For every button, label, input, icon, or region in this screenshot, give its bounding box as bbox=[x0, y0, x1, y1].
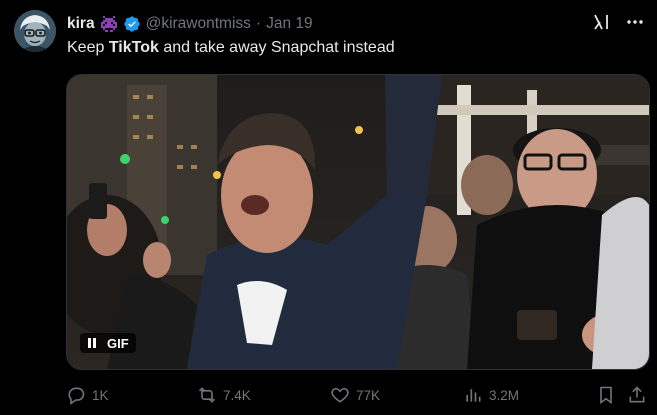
retweet-button[interactable]: 7.4K bbox=[197, 382, 251, 408]
verified-badge-icon bbox=[123, 15, 141, 33]
author-name[interactable]: kira bbox=[67, 15, 95, 33]
share-icon bbox=[629, 386, 645, 403]
tweet-text-after: and take away Snapchat instead bbox=[158, 39, 395, 56]
heart-icon bbox=[331, 387, 349, 403]
separator-dot: · bbox=[255, 15, 262, 32]
gif-frame-image bbox=[67, 75, 649, 369]
reply-button[interactable]: 1K bbox=[66, 382, 109, 408]
post-date[interactable]: Jan 19 bbox=[266, 15, 313, 33]
tweet-text-bold: TikTok bbox=[108, 39, 159, 56]
view-count: 3.2M bbox=[489, 387, 520, 403]
tweet-header: kira @kirawontmiss · Jan 19 bbox=[67, 13, 313, 35]
share-button[interactable] bbox=[627, 382, 647, 408]
bookmark-icon bbox=[600, 386, 612, 405]
pause-icon[interactable] bbox=[87, 337, 97, 349]
reply-count: 1K bbox=[92, 387, 109, 403]
grok-icon[interactable] bbox=[591, 12, 611, 32]
gif-badge[interactable]: GIF bbox=[80, 333, 136, 353]
more-options-icon[interactable] bbox=[625, 12, 645, 32]
retweet-icon bbox=[198, 387, 216, 403]
tweet-text-before: Keep bbox=[67, 39, 109, 56]
views-chart-icon bbox=[466, 389, 481, 402]
media-gif[interactable] bbox=[66, 74, 650, 370]
bookmark-button[interactable] bbox=[596, 382, 616, 408]
tweet-text: Keep TikTok and take away Snapchat inste… bbox=[67, 38, 395, 58]
tweet-actions: 1K 7.4K 77K 3.2M bbox=[66, 382, 648, 408]
like-count: 77K bbox=[356, 387, 381, 403]
avatar[interactable] bbox=[14, 10, 56, 52]
top-actions bbox=[591, 12, 645, 32]
like-button[interactable]: 77K bbox=[330, 382, 380, 408]
gif-label: GIF bbox=[107, 335, 129, 351]
author-handle[interactable]: @kirawontmiss bbox=[146, 15, 251, 33]
alien-monster-emoji-icon bbox=[100, 16, 118, 32]
retweet-count: 7.4K bbox=[223, 387, 251, 403]
reply-icon bbox=[68, 387, 85, 405]
views-button[interactable]: 3.2M bbox=[463, 382, 519, 408]
